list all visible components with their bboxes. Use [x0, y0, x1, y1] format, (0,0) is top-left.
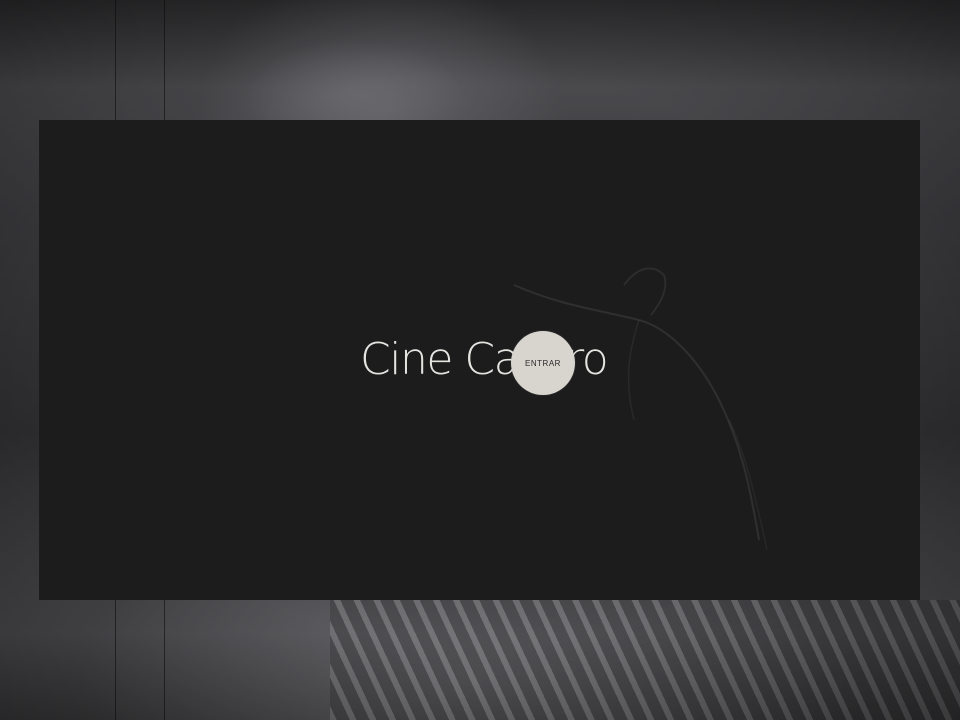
splash-overlay: Cine Casero ENTRAR: [39, 120, 920, 600]
enter-button[interactable]: ENTRAR: [511, 331, 575, 395]
page: Cine Casero ENTRAR: [0, 0, 960, 720]
